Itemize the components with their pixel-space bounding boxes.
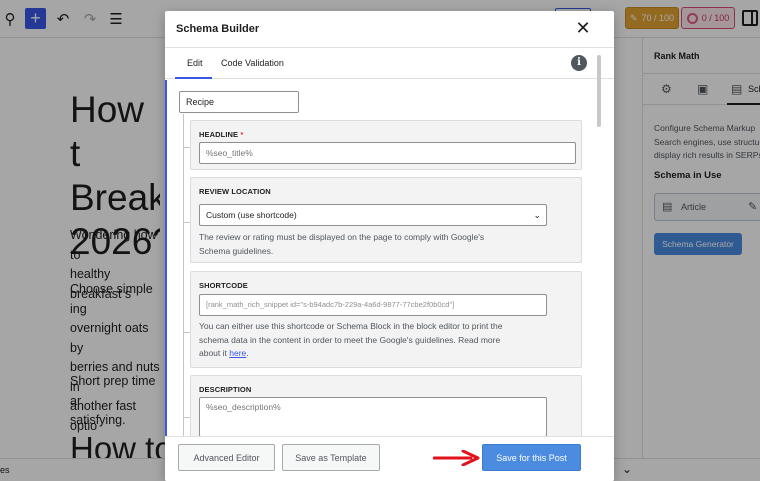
description-label: DESCRIPTION [199,385,252,394]
active-tab-indicator [175,77,212,79]
schema-builder-modal: Schema Builder ✕ Edit Code Validation i … [165,11,614,481]
modal-tabs: Edit Code Validation i [165,47,614,79]
advanced-editor-button[interactable]: Advanced Editor [178,444,275,471]
tree-connector [183,114,184,436]
chevron-down-icon: ⌄ [533,210,541,220]
shortcode-label: SHORTCODE [199,281,248,290]
shortcode-group: SHORTCODE [rank_math_rich_snippet id="s-… [190,271,582,368]
headline-input[interactable]: %seo_title% [199,142,576,164]
review-location-value: Custom (use shortcode) [206,210,297,220]
description-textarea[interactable]: %seo_description% [199,397,547,436]
modal-body: Recipe HEADLINE * %seo_title% REVIEW LOC… [165,80,595,436]
tab-code-validation[interactable]: Code Validation [221,58,284,68]
review-location-group: REVIEW LOCATION Custom (use shortcode) ⌄… [190,177,582,263]
review-location-label: REVIEW LOCATION [199,187,271,196]
description-group: DESCRIPTION %seo_description% [190,375,582,436]
schema-type-label[interactable]: Recipe [179,91,299,113]
tab-edit[interactable]: Edit [187,58,203,68]
annotation-arrow-icon [433,450,480,466]
save-for-this-post-button[interactable]: Save for this Post [482,444,581,471]
review-location-help: The review or rating must be displayed o… [199,232,485,256]
modal-title: Schema Builder [176,23,260,35]
shortcode-help: You can either use this shortcode or Sch… [199,321,503,358]
shortcode-input[interactable]: [rank_math_rich_snippet id="s-b94adc7b-2… [199,294,547,316]
required-mark: * [240,130,244,139]
headline-group: HEADLINE * %seo_title% [190,120,582,170]
headline-label: HEADLINE * [199,130,244,139]
review-location-select[interactable]: Custom (use shortcode) ⌄ [199,204,547,226]
modal-footer: Advanced Editor Save as Template Save fo… [165,436,614,481]
modal-scrollbar[interactable] [597,55,601,127]
save-as-template-button[interactable]: Save as Template [282,444,380,471]
here-link[interactable]: here [229,348,246,358]
info-icon[interactable]: i [571,55,587,71]
close-icon[interactable]: ✕ [573,19,593,39]
